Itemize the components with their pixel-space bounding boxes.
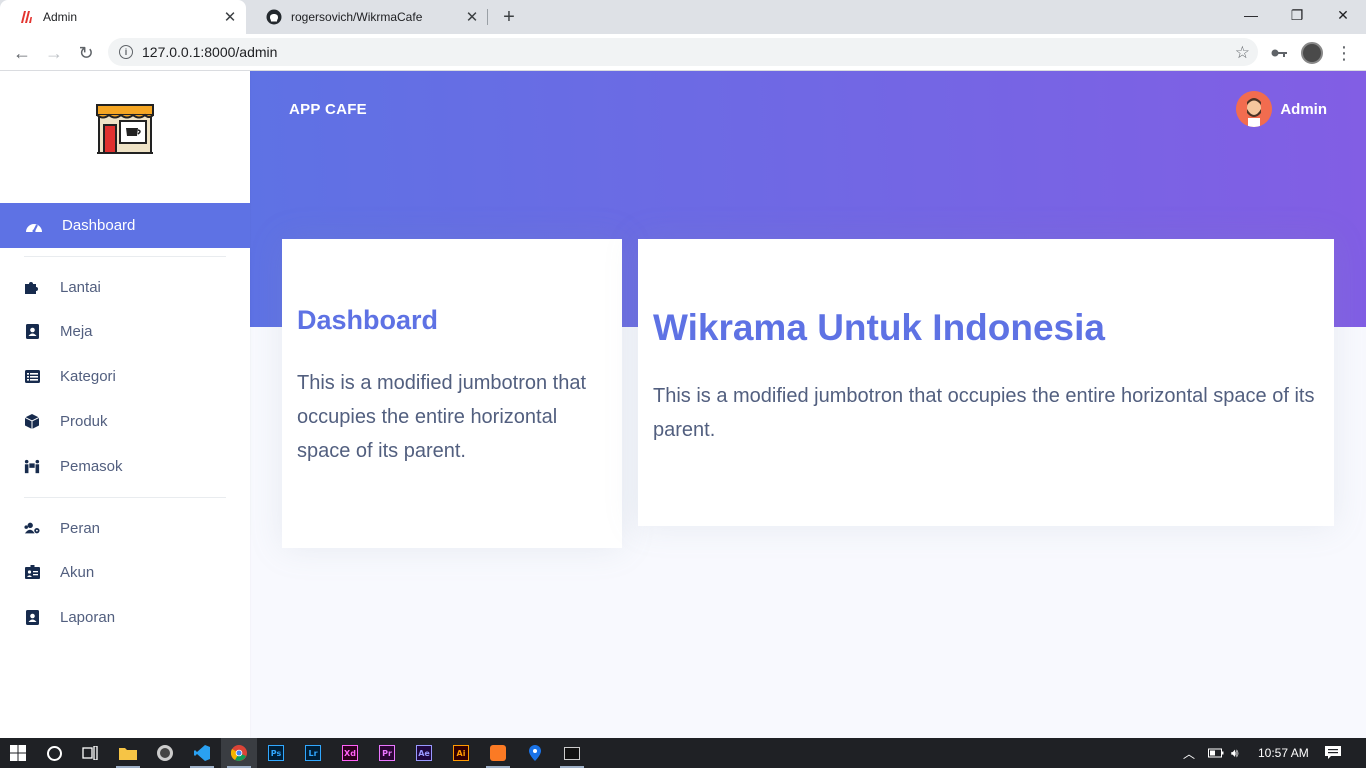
sidebar-divider	[24, 497, 226, 498]
chrome-icon[interactable]	[221, 738, 257, 768]
brand-title[interactable]: APP CAFE	[289, 101, 367, 118]
laravel-favicon-icon	[18, 9, 34, 25]
key-icon[interactable]	[1265, 39, 1293, 67]
after-effects-icon[interactable]: Ae	[406, 738, 442, 768]
site-info-icon[interactable]: i	[119, 45, 133, 59]
address-bar[interactable]: i 127.0.0.1:8000/admin ☆	[108, 38, 1258, 66]
tab-admin[interactable]: Admin ✕	[0, 0, 246, 34]
maps-icon[interactable]	[517, 738, 553, 768]
browser-tabstrip: Admin ✕ rogersovich/WikrmaCafe ✕ + — ❐ ✕	[0, 0, 1366, 34]
lightroom-icon[interactable]: Lr	[295, 738, 331, 768]
file-explorer-icon[interactable]	[110, 738, 146, 768]
users-cog-icon	[24, 520, 40, 536]
close-tab-icon[interactable]: ✕	[220, 7, 240, 27]
card-text: This is a modified jumbotron that occupi…	[653, 385, 1315, 441]
sidebar-item-label: Lantai	[60, 278, 101, 296]
tab-github[interactable]: rogersovich/WikrmaCafe ✕	[248, 0, 488, 34]
windows-taskbar: Ps Lr Xd Pr Ae Ai ︿ 🔊︎ 10:57 AM	[0, 738, 1366, 768]
sidebar-item-label: Akun	[60, 563, 95, 581]
minimize-icon[interactable]: —	[1228, 0, 1274, 30]
sidebar-item-label: Peran	[60, 519, 101, 537]
card-title: Dashboard	[297, 305, 439, 335]
sidebar-item-label: Meja	[60, 322, 93, 340]
user-name: Admin	[1280, 100, 1327, 118]
sidebar-item-dashboard[interactable]: Dashboard	[0, 203, 250, 248]
user-menu[interactable]: Admin	[1236, 91, 1327, 127]
github-icon	[266, 9, 282, 25]
menu-kebab-icon[interactable]: ⋮	[1330, 39, 1358, 67]
volume-icon[interactable]: 🔊︎	[1231, 738, 1239, 768]
sidebar-item-pemasok[interactable]: Pemasok	[0, 451, 250, 481]
card-title: Wikrama Untuk Indonesia	[653, 307, 1105, 348]
task-view-icon[interactable]	[72, 738, 108, 768]
terminal-icon[interactable]	[554, 738, 590, 768]
windows-start-icon[interactable]	[0, 738, 36, 768]
sidebar-item-label: Kategori	[60, 367, 116, 385]
sidebar-divider	[24, 256, 226, 257]
back-icon[interactable]: ←	[8, 39, 36, 67]
list-alt-icon	[24, 368, 40, 384]
puzzle-icon	[24, 279, 40, 295]
profile-avatar[interactable]	[1298, 39, 1326, 67]
dashboard-gauge-icon	[24, 219, 44, 233]
sidebar-item-produk[interactable]: Produk	[0, 406, 250, 436]
sidebar-item-label: Laporan	[60, 608, 116, 626]
reload-icon[interactable]: ↻	[72, 39, 100, 67]
sidebar-item-label: Pemasok	[60, 457, 123, 475]
xampp-icon[interactable]	[480, 738, 516, 768]
sidebar-item-laporan[interactable]: Laporan	[0, 602, 250, 632]
card-text: This is a modified jumbotron that occupi…	[297, 372, 587, 462]
jumbotron-card: Wikrama Untuk Indonesia This is a modifi…	[638, 239, 1334, 526]
tab-title: rogersovich/WikrmaCafe	[291, 10, 423, 24]
premiere-icon[interactable]: Pr	[369, 738, 405, 768]
cortana-icon[interactable]	[36, 738, 72, 768]
dashboard-card: Dashboard This is a modified jumbotron t…	[282, 239, 622, 548]
forward-icon[interactable]: →	[40, 39, 68, 67]
id-card-icon	[24, 564, 40, 580]
tab-title: Admin	[43, 10, 78, 24]
avatar	[1236, 91, 1273, 127]
sidebar-item-meja[interactable]: Meja	[0, 316, 250, 346]
obs-icon[interactable]	[147, 738, 183, 768]
people-carry-icon	[24, 458, 40, 474]
address-book-icon	[24, 323, 40, 339]
notifications-icon[interactable]	[1325, 738, 1341, 768]
cube-icon	[24, 413, 40, 429]
tab-separator	[487, 9, 488, 25]
photoshop-icon[interactable]: Ps	[258, 738, 294, 768]
admin-page: APP CAFE Admin Dashboard Lantai Meja Kat…	[0, 71, 1366, 738]
bookmark-star-icon[interactable]: ☆	[1235, 43, 1250, 63]
close-window-icon[interactable]: ✕	[1320, 0, 1366, 30]
sidebar-item-lantai[interactable]: Lantai	[0, 272, 250, 302]
sidebar-item-kategori[interactable]: Kategori	[0, 361, 250, 391]
sidebar-item-label: Dashboard	[62, 217, 136, 234]
browser-toolbar: ← → ↻ i 127.0.0.1:8000/admin ☆ ⋮	[0, 34, 1366, 71]
url-text: 127.0.0.1:8000/admin	[142, 44, 278, 60]
restore-icon[interactable]: ❐	[1274, 0, 1320, 30]
sidebar-item-label: Produk	[60, 412, 108, 430]
sidebar-item-akun[interactable]: Akun	[0, 557, 250, 587]
sidebar-item-peran[interactable]: Peran	[0, 513, 250, 543]
new-tab-button[interactable]: +	[498, 6, 520, 28]
battery-icon[interactable]	[1208, 738, 1224, 768]
adobe-xd-icon[interactable]: Xd	[332, 738, 368, 768]
vscode-icon[interactable]	[184, 738, 220, 768]
clock[interactable]: 10:57 AM	[1258, 738, 1309, 768]
close-tab-icon[interactable]: ✕	[462, 7, 482, 27]
sidebar: Dashboard Lantai Meja Kategori Produk Pe…	[0, 71, 250, 738]
address-book-icon	[24, 609, 40, 625]
cafe-logo-icon[interactable]	[94, 95, 156, 157]
illustrator-icon[interactable]: Ai	[443, 738, 479, 768]
tray-chevron-icon[interactable]: ︿	[1183, 738, 1195, 768]
